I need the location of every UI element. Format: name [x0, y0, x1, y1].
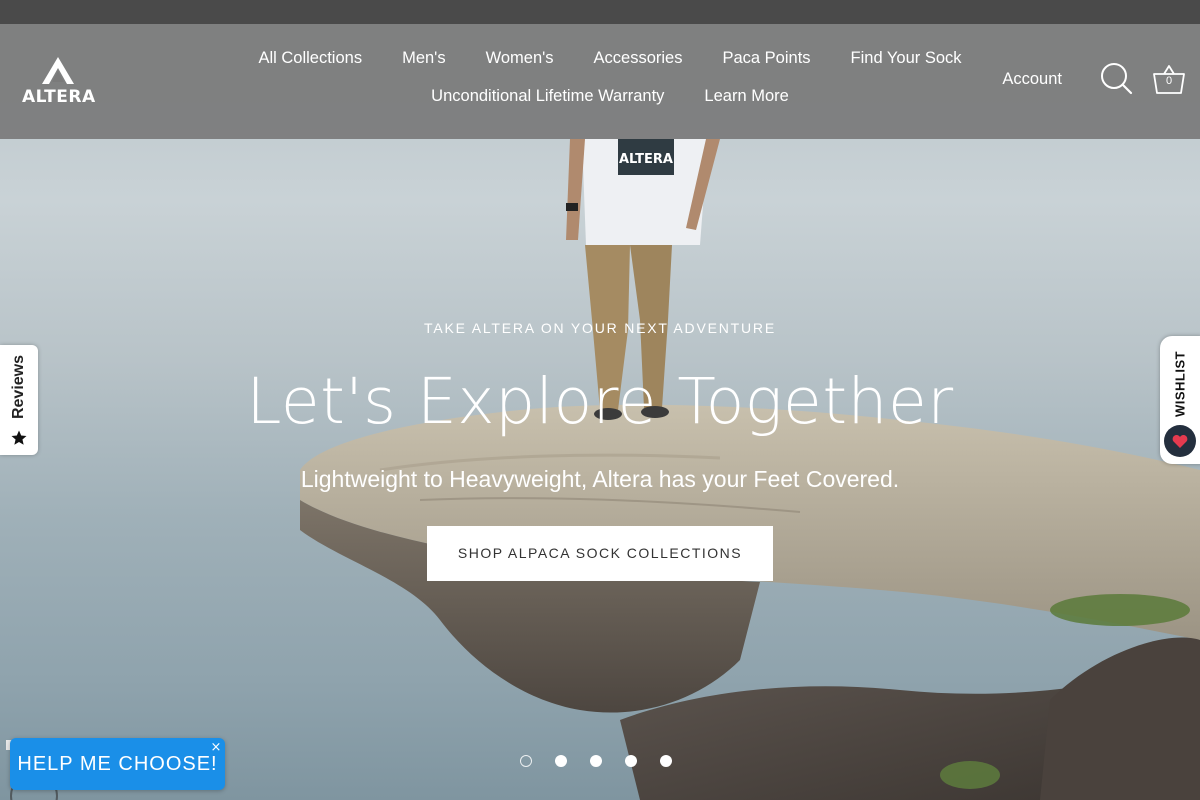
wishlist-tab-label: WISHLIST: [1172, 350, 1188, 418]
nav-womens[interactable]: Women's: [466, 48, 574, 68]
search-icon[interactable]: [1100, 62, 1134, 96]
hero-title: Let's Explore Together: [246, 365, 954, 438]
hero-subtitle: Lightweight to Heavyweight, Altera has y…: [300, 466, 900, 492]
logo-wordmark: ALTERA: [22, 87, 96, 107]
nav-learn-more[interactable]: Learn More: [684, 86, 808, 106]
slider-dot[interactable]: [555, 755, 567, 767]
site-header: ALTERA All Collections Men's Women's Acc…: [0, 24, 1200, 139]
altera-logo[interactable]: ALTERA: [22, 56, 96, 108]
header-tools: Account 0: [1002, 62, 1186, 96]
star-icon: [11, 430, 27, 445]
help-me-choose-button[interactable]: HELP ME CHOOSE!: [10, 738, 225, 790]
slider-dot[interactable]: [660, 755, 672, 767]
slider-dots: [520, 755, 695, 767]
nav-mens[interactable]: Men's: [382, 48, 466, 68]
hero-content: TAKE ALTERA ON YOUR NEXT ADVENTURE Let's…: [0, 318, 1200, 581]
shop-collections-button[interactable]: SHOP ALPACA SOCK COLLECTIONS: [426, 526, 774, 581]
cart-count: 0: [1165, 75, 1173, 87]
nav-accessories[interactable]: Accessories: [574, 48, 703, 68]
nav-row-primary: All Collections Men's Women's Accessorie…: [230, 48, 990, 68]
nav-all-collections[interactable]: All Collections: [238, 48, 382, 68]
nav-row-secondary: Unconditional Lifetime Warranty Learn Mo…: [230, 86, 990, 106]
mountain-logo-icon: [42, 57, 74, 84]
close-icon[interactable]: ×: [210, 741, 222, 755]
hero-kicker: TAKE ALTERA ON YOUR NEXT ADVENTURE: [424, 320, 776, 336]
slider-dot[interactable]: [520, 755, 532, 767]
nav-lifetime-warranty[interactable]: Unconditional Lifetime Warranty: [411, 86, 684, 106]
slider-dot[interactable]: [625, 755, 637, 767]
nav-find-your-sock[interactable]: Find Your Sock: [831, 48, 982, 68]
nav-paca-points[interactable]: Paca Points: [702, 48, 830, 68]
heart-icon: [1164, 425, 1196, 457]
slider-dot[interactable]: [590, 755, 602, 767]
promo-bar: [0, 0, 1200, 24]
reviews-tab-label: Reviews: [10, 354, 27, 420]
basket-icon[interactable]: 0: [1152, 62, 1186, 96]
wishlist-tab[interactable]: WISHLIST: [1160, 336, 1200, 464]
account-link[interactable]: Account: [1002, 70, 1062, 89]
shirt-logo-text: ALTERA: [619, 152, 673, 167]
main-nav: All Collections Men's Women's Accessorie…: [230, 48, 990, 106]
reviews-tab[interactable]: Reviews: [0, 345, 38, 455]
